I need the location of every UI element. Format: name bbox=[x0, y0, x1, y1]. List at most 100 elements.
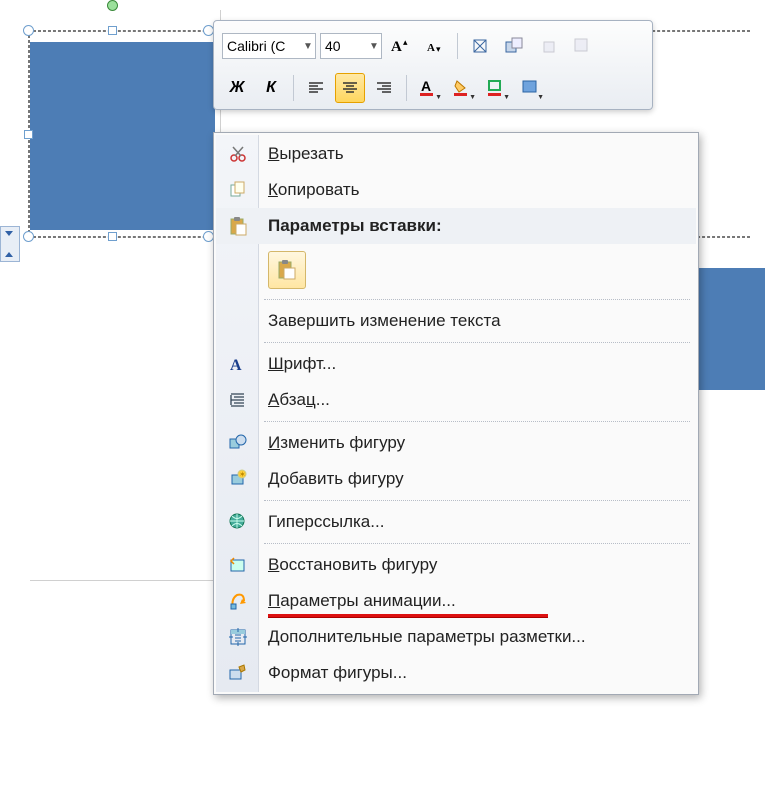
resize-handle-nw[interactable] bbox=[23, 25, 34, 36]
paste-option-keep-source[interactable] bbox=[268, 251, 306, 289]
menu-layout-params[interactable]: Дополнительные параметры разметки... bbox=[216, 619, 696, 655]
shape-style-button[interactable]: ▼ bbox=[516, 73, 546, 103]
toolbar-separator bbox=[293, 75, 294, 101]
dropdown-caret-icon[interactable]: ▼ bbox=[537, 94, 544, 101]
bold-icon: Ж bbox=[230, 79, 245, 97]
menu-hyperlink-label: Гиперссылка... bbox=[268, 512, 384, 532]
resize-handle-w[interactable] bbox=[24, 130, 33, 139]
resize-handle-sw[interactable] bbox=[23, 231, 34, 242]
resize-handle-n[interactable] bbox=[108, 26, 117, 35]
align-left-button[interactable] bbox=[301, 73, 331, 103]
font-icon: A bbox=[225, 351, 251, 377]
paste-icon bbox=[225, 213, 251, 239]
menu-hyperlink[interactable]: Гиперссылка... bbox=[216, 504, 696, 540]
menu-separator bbox=[264, 299, 690, 300]
shape-outline-button[interactable]: ▼ bbox=[482, 73, 512, 103]
menu-font[interactable]: A Шрифт... bbox=[216, 346, 696, 382]
larger-shape-button[interactable] bbox=[499, 31, 529, 61]
font-size-dropdown[interactable]: ▼ bbox=[367, 41, 381, 52]
paste-option-icon bbox=[276, 259, 298, 281]
grow-font-button[interactable]: A▴ bbox=[386, 31, 416, 61]
resize-handle-s[interactable] bbox=[108, 232, 117, 241]
menu-copy-label: Копировать bbox=[268, 180, 360, 200]
dropdown-caret-icon[interactable]: ▼ bbox=[503, 94, 510, 101]
svg-text:A: A bbox=[421, 78, 431, 94]
italic-button[interactable]: К bbox=[256, 73, 286, 103]
reset-shape-icon bbox=[225, 552, 251, 578]
menu-paragraph[interactable]: Абзац... bbox=[216, 382, 696, 418]
menu-animation-params[interactable]: Параметры анимации... bbox=[216, 583, 696, 619]
toolbar-separator bbox=[457, 33, 458, 59]
menu-layout-params-label: Дополнительные параметры разметки... bbox=[268, 627, 586, 647]
smaller-shape-button bbox=[533, 31, 563, 61]
shape-fill-button[interactable]: ▼ bbox=[448, 73, 478, 103]
shrink-font-icon: A▾ bbox=[425, 37, 445, 55]
rtl-icon bbox=[573, 37, 591, 55]
font-name-dropdown[interactable]: ▼ bbox=[301, 41, 315, 52]
menu-separator bbox=[264, 543, 690, 544]
highlight-underline bbox=[268, 614, 548, 617]
svg-text:A: A bbox=[391, 39, 402, 55]
svg-text:A: A bbox=[230, 357, 242, 373]
svg-text:▴: ▴ bbox=[403, 37, 408, 47]
italic-icon: К bbox=[266, 79, 276, 97]
menu-paste-options-header: Параметры вставки: bbox=[216, 208, 696, 244]
paragraph-icon bbox=[225, 387, 251, 413]
menu-reset-shape[interactable]: Восстановить фигуру bbox=[216, 547, 696, 583]
animation-icon bbox=[225, 588, 251, 614]
align-center-button[interactable] bbox=[335, 73, 365, 103]
dropdown-caret-icon[interactable]: ▼ bbox=[469, 94, 476, 101]
align-right-button[interactable] bbox=[369, 73, 399, 103]
menu-separator bbox=[264, 342, 690, 343]
svg-text:✶: ✶ bbox=[239, 470, 246, 479]
smaller-shape-icon bbox=[539, 37, 557, 55]
menu-change-shape-label: Изменить фигуру bbox=[268, 433, 405, 453]
menu-animation-params-label: Параметры анимации... bbox=[268, 591, 456, 611]
autofit-icon bbox=[471, 37, 489, 55]
menu-add-shape[interactable]: ✶ Добавить фигуру bbox=[216, 461, 696, 497]
menu-font-label: Шрифт... bbox=[268, 354, 336, 374]
font-name-combo[interactable]: ▼ bbox=[222, 33, 316, 59]
hyperlink-icon bbox=[225, 509, 251, 535]
right-to-left-button bbox=[567, 31, 597, 61]
svg-text:A: A bbox=[427, 42, 435, 54]
context-menu: Вырезать Копировать Параметры вставки: З… bbox=[213, 132, 699, 695]
menu-change-shape[interactable]: Изменить фигуру bbox=[216, 425, 696, 461]
toolbar-separator bbox=[406, 75, 407, 101]
larger-shape-icon bbox=[505, 37, 523, 55]
menu-paste-options-label: Параметры вставки: bbox=[268, 216, 442, 236]
paste-options-row bbox=[216, 244, 696, 296]
font-size-input[interactable] bbox=[321, 35, 367, 57]
font-color-button[interactable]: A ▼ bbox=[414, 73, 444, 103]
align-left-icon bbox=[307, 80, 325, 96]
menu-separator bbox=[264, 500, 690, 501]
menu-copy[interactable]: Копировать bbox=[216, 172, 696, 208]
autofit-button[interactable] bbox=[465, 31, 495, 61]
font-name-input[interactable] bbox=[223, 35, 301, 57]
menu-paragraph-label: Абзац... bbox=[268, 390, 330, 410]
shrink-font-button[interactable]: A▾ bbox=[420, 31, 450, 61]
menu-add-shape-label: Добавить фигуру bbox=[268, 469, 404, 489]
ruler-indent-marker[interactable] bbox=[0, 226, 20, 262]
menu-format-shape-label: Формат фигуры... bbox=[268, 663, 407, 683]
layout-icon bbox=[225, 624, 251, 650]
menu-format-shape[interactable]: Формат фигуры... bbox=[216, 655, 696, 691]
menu-separator bbox=[264, 421, 690, 422]
add-shape-icon: ✶ bbox=[225, 466, 251, 492]
menu-cut[interactable]: Вырезать bbox=[216, 136, 696, 172]
align-right-icon bbox=[375, 80, 393, 96]
mini-toolbar: ▼ ▼ A▴ A▾ Ж К bbox=[213, 20, 653, 110]
change-shape-icon bbox=[225, 430, 251, 456]
menu-reset-shape-label: Восстановить фигуру bbox=[268, 555, 437, 575]
dropdown-caret-icon[interactable]: ▼ bbox=[435, 94, 442, 101]
menu-finish-text-edit-label: Завершить изменение текста bbox=[268, 311, 501, 331]
selected-shape[interactable] bbox=[30, 42, 215, 230]
grow-font-icon: A▴ bbox=[391, 37, 411, 55]
rotate-handle[interactable] bbox=[107, 0, 118, 11]
cut-icon bbox=[225, 141, 251, 167]
format-shape-icon bbox=[225, 660, 251, 686]
bold-button[interactable]: Ж bbox=[222, 73, 252, 103]
menu-finish-text-edit[interactable]: Завершить изменение текста bbox=[216, 303, 696, 339]
align-center-icon bbox=[341, 80, 359, 96]
font-size-combo[interactable]: ▼ bbox=[320, 33, 382, 59]
